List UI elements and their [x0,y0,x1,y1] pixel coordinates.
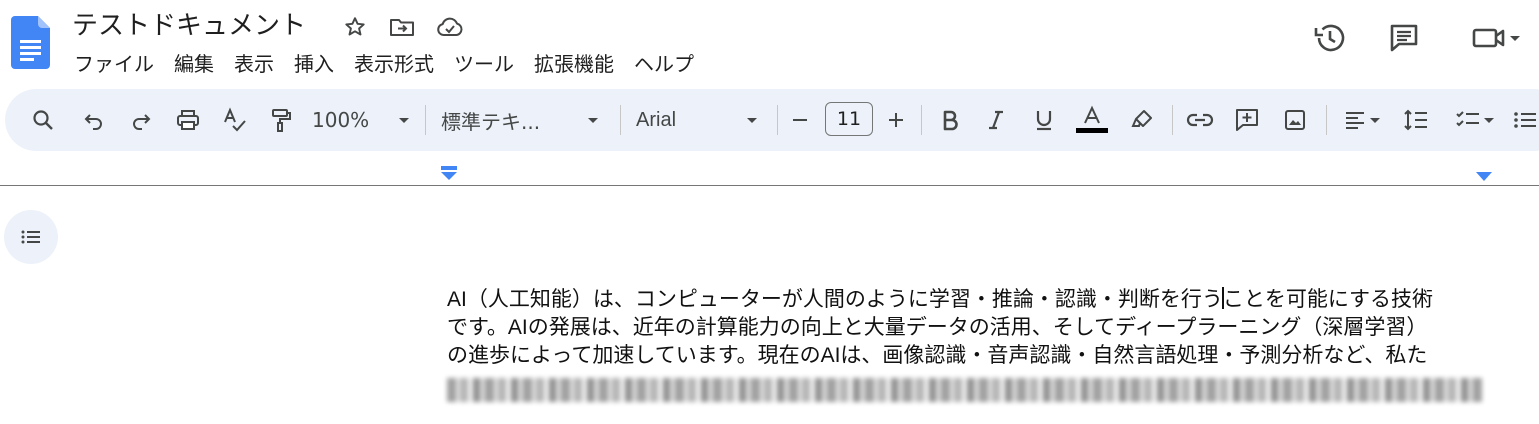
increase-font-size-button[interactable] [876,100,916,140]
right-indent-marker[interactable] [1475,171,1493,183]
menu-view[interactable]: 表示 [224,50,284,78]
menu-edit[interactable]: 編集 [164,50,224,78]
redo-icon [133,114,151,130]
menu-file[interactable]: ファイル [64,50,164,78]
bulleted-list-button[interactable] [1512,100,1539,140]
menu-extensions[interactable]: 拡張機能 [524,50,624,78]
zoom-select[interactable]: 100% [312,100,412,140]
chevron-down-icon [399,118,409,123]
paragraph-style-select[interactable]: 標準テキ... [441,100,601,140]
print-button[interactable] [168,100,208,140]
checklist-select[interactable] [1446,100,1506,140]
cloud-saved-icon[interactable] [436,13,464,41]
insert-link-button[interactable] [1180,100,1220,140]
align-left-icon [1346,112,1364,129]
document-outline-button[interactable] [4,210,58,264]
text-line: AI（人工知能）は、コンピューターが人間のように学習・推論・認識・判断を行うこと… [447,287,1434,311]
video-call-icon [1472,28,1505,48]
comments-button[interactable] [1382,16,1426,60]
redo-button[interactable] [121,100,161,140]
line-spacing-button[interactable] [1396,100,1436,140]
search-menus-button[interactable] [23,100,63,140]
toolbar-divider [921,105,922,135]
document-body[interactable]: AI（人工知能）は、コンピューターが人間のように学習・推論・認識・判断を行うこと… [447,286,1487,370]
highlighter-icon [1131,110,1152,127]
zoom-value: 100% [312,108,370,132]
align-select[interactable] [1334,100,1392,140]
meet-button[interactable] [1462,16,1532,60]
chevron-down-icon [747,118,757,123]
outline-list-icon [21,230,40,244]
minus-icon [793,119,807,121]
menu-tools[interactable]: ツール [444,50,524,78]
spellcheck-icon [224,107,246,132]
bold-button[interactable] [930,100,970,140]
italic-icon [989,110,1003,130]
italic-button[interactable] [976,100,1016,140]
text-color-icon [1076,105,1108,133]
paint-format-icon [272,109,291,132]
print-icon [177,110,199,130]
bold-icon [943,110,958,131]
comments-icon [1390,24,1418,52]
bulleted-list-icon [1514,112,1536,128]
toolbar-divider [620,105,621,135]
insert-image-button[interactable] [1275,100,1315,140]
image-icon [1285,110,1305,130]
menu-help[interactable]: ヘルプ [624,50,704,78]
version-history-button[interactable] [1308,16,1352,60]
spelling-check-button[interactable] [215,100,255,140]
line-spacing-icon [1404,109,1427,131]
document-title[interactable]: テストドキュメント [72,8,306,44]
paint-format-button[interactable] [261,100,301,140]
chevron-down-icon [1370,118,1380,123]
docs-logo[interactable] [11,16,50,69]
toolbar-divider [1326,105,1327,135]
chevron-down-icon [1510,36,1520,41]
ruler [0,185,1539,186]
font-size-input[interactable]: 11 [825,102,873,136]
text-line: です。AIの発展は、近年の計算能力の向上と大量データの活用、そしてディープラーニ… [447,316,1428,339]
star-icon[interactable] [341,13,369,41]
left-indent-marker[interactable] [440,166,458,182]
move-to-folder-icon[interactable] [388,13,416,41]
checklist-icon [1456,111,1479,127]
decrease-font-size-button[interactable] [780,100,820,140]
undo-button[interactable] [74,100,114,140]
menu-bar: ファイル 編集 表示 挿入 表示形式 ツール 拡張機能 ヘルプ [64,50,704,78]
text-color-button[interactable] [1072,100,1112,140]
font-family-select[interactable]: Arial [636,100,760,140]
paragraph-style-value: 標準テキ... [441,109,541,134]
toolbar-divider [425,105,426,135]
chevron-down-icon [588,118,598,123]
obscured-text-line [447,378,1482,402]
chevron-down-icon [1484,118,1494,123]
plus-icon [889,113,903,127]
undo-icon [84,114,102,130]
highlight-color-button[interactable] [1122,100,1162,140]
menu-insert[interactable]: 挿入 [284,50,344,78]
text-line: の進歩によって加速しています。現在のAIは、画像認識・音声認識・自然言語処理・予… [447,344,1428,367]
toolbar-divider [1172,105,1173,135]
font-family-value: Arial [636,108,677,131]
toolbar-divider [777,105,778,135]
link-icon [1186,113,1214,127]
underline-button[interactable] [1024,100,1064,140]
history-icon [1314,24,1345,52]
add-comment-icon [1236,109,1258,131]
menu-format[interactable]: 表示形式 [344,50,444,78]
add-comment-button[interactable] [1227,100,1267,140]
search-icon [33,110,53,130]
underline-icon [1036,111,1052,131]
